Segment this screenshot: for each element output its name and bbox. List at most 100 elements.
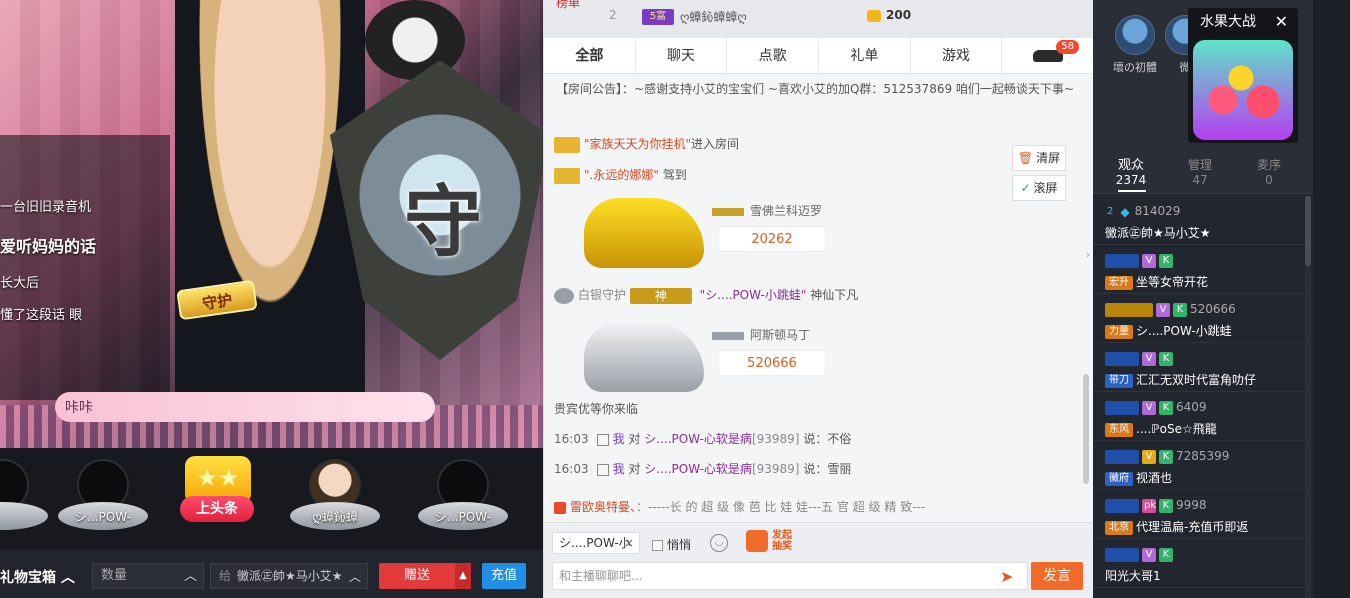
chat-input[interactable]: 和主播聊聊吧... [552, 562, 1028, 590]
user-id: 7285399 [1176, 449, 1230, 463]
close-icon[interactable]: × [624, 533, 634, 553]
car-brand-name: 雪佛兰科迈罗 [750, 204, 823, 218]
tab-games[interactable]: 游戏 [911, 38, 1003, 73]
recharge-button[interactable]: 充值 [482, 563, 526, 589]
wealth-badge [1105, 400, 1139, 415]
audience-tabs: 观众 2374 管理 47 麦序 0 [1093, 150, 1313, 194]
scrollbar-thumb[interactable] [1083, 374, 1089, 484]
car-price: 520666 [718, 350, 826, 376]
chat-input-bar: シ....POW-小 × 悄悄 ◡ 发起抽奖 和主播聊聊吧... ➤ 发言 [544, 522, 1094, 598]
chat-scrollbar[interactable] [1082, 74, 1090, 494]
fruit-game-icon[interactable] [1193, 40, 1293, 140]
list-item[interactable]: VK 阳光大哥1 [1093, 539, 1305, 588]
audience-panel: 壞の初體 微 水果大战 ✕ 观众 2374 管理 47 麦序 0 2 ◆ 81402… [1093, 0, 1313, 598]
close-icon[interactable]: ✕ [1275, 12, 1288, 31]
tab-label: 观众 [1117, 158, 1144, 173]
scroll-label: 滚屏 [1033, 181, 1058, 195]
message-user[interactable]: "家族天天为你挂机" [584, 137, 691, 151]
list-item[interactable]: pk K 9998 北京 代理温扁-充值币即返 [1093, 490, 1305, 539]
k-badge: K [1159, 498, 1173, 513]
lottery-button[interactable]: 发起抽奖 [746, 530, 800, 556]
gift-bar: 礼物宝箱 ︿ 数量 ︿ 给黴派㊣帥★马小艾★ ︿ 赠送 ▲ 充值 [0, 550, 543, 598]
message-user[interactable]: "シ....POW-小跳蛙" [700, 288, 807, 302]
guard-item[interactable]: シ...POW- [418, 456, 508, 546]
vip-badge: V [1142, 547, 1156, 562]
nameplate-text: 咔咔 [65, 400, 93, 416]
guard-row: シ...POW- ★★ 上头条 ღ蟑鈊蟑 シ...POW- [0, 448, 543, 550]
send-message-button[interactable]: 发言 [1031, 562, 1083, 590]
user-id: 9998 [1176, 498, 1207, 512]
gift-treasure-button[interactable]: 礼物宝箱 ︿ [0, 567, 75, 587]
message-text: ：-----长 的 超 级 像 芭 比 娃 娃---五 官 超 级 精 致--- [636, 500, 926, 514]
top-users: 壞の初體 微 水果大战 ✕ [1093, 0, 1313, 150]
message-to: 对 [628, 462, 641, 476]
k-badge: K [1159, 351, 1173, 366]
message-user[interactable]: ".永远的娜娜" [584, 168, 659, 182]
tab-admins[interactable]: 管理 47 [1165, 158, 1235, 188]
list-item[interactable]: 2 ◆ 814029 黴派㊣帥★马小艾★ [1093, 196, 1305, 245]
partial-message: 贵宾优等你来临 [554, 402, 639, 416]
message-text: 说：不俗 [803, 432, 852, 446]
chevrolet-logo-icon [712, 207, 744, 216]
tab-chat[interactable]: 聊天 [636, 38, 728, 73]
audience-scrollbar[interactable] [1305, 196, 1311, 598]
vip-badge: V [1142, 449, 1156, 464]
message-user[interactable]: 雷欧奥特曼、 [570, 500, 636, 514]
headline-button[interactable]: ★★ 上头条 [178, 456, 258, 528]
tab-label: 点歌 [758, 48, 787, 64]
user-badges: VK [1105, 547, 1176, 563]
live-video[interactable]: 一台旧旧录音机 爱听妈妈的话 长大后 懂了这段话 眼 守 守护 咔咔 [0, 0, 543, 448]
headline-label: 上头条 [180, 496, 254, 522]
tab-songs[interactable]: 点歌 [727, 38, 820, 73]
tab-mic-queue[interactable]: 麦序 0 [1234, 158, 1304, 188]
message-target[interactable]: シ....POW-心软是病 [644, 432, 752, 446]
message-target[interactable]: シ....POW-心软是病 [644, 462, 752, 476]
user-name: 汇汇无双时代富角叻仔 [1136, 373, 1257, 387]
coin-icon [867, 10, 881, 22]
guard-tier: 白银守护 [578, 288, 627, 302]
list-item[interactable]: V K 520666 力量 シ....POW-小跳蛙 [1093, 294, 1305, 343]
message-text: 说：雪丽 [803, 462, 852, 476]
send-gift-button[interactable]: 赠送 [379, 563, 455, 589]
chat-message: 16:03 我 对 シ....POW-心软是病[93989] 说：不俗 [554, 430, 851, 447]
auto-scroll-button[interactable]: ✓ 滚屏 [1012, 175, 1066, 201]
message-time: 16:03 [554, 432, 589, 446]
chat-messages: "家族天天为你挂机"进入房间 ".永远的娜娜" 驾到 雪佛兰科迈罗 20262 … [544, 120, 1084, 520]
chat-target: シ....POW-小 [559, 536, 631, 550]
message-icon [596, 433, 609, 446]
quantity-select[interactable]: 数量 ︿ [92, 563, 204, 589]
rank-user[interactable]: ღ蟑鈊蟑蟑ღ [680, 8, 747, 25]
recipient-select[interactable]: 给黴派㊣帥★马小艾★ ︿ [210, 563, 368, 589]
chat-target-chip[interactable]: シ....POW-小 × [552, 532, 640, 554]
guard-item[interactable]: シ...POW- [58, 456, 148, 546]
user-name: 坐等女帝开花 [1136, 275, 1209, 289]
list-item[interactable]: VK 带刀 汇汇无双时代富角叻仔 [1093, 343, 1305, 392]
caret-up-icon[interactable]: ▲ [455, 563, 471, 589]
fruit-game-popup[interactable]: 水果大战 ✕ [1188, 8, 1298, 143]
emoji-icon[interactable]: ◡ [710, 534, 728, 552]
aston-martin-logo-icon [712, 331, 744, 340]
guard-item[interactable] [0, 456, 48, 546]
whisper-checkbox[interactable]: 悄悄 [652, 536, 691, 553]
tab-cars[interactable]: 58 [1002, 38, 1095, 73]
tab-gifts[interactable]: 礼单 [819, 38, 911, 73]
clear-screen-button[interactable]: 🗑 清屏 [1012, 145, 1066, 171]
list-item[interactable]: V K 6409 东风 ....ℙoSe☆飛龍 [1093, 392, 1305, 441]
scrollbar-thumb[interactable] [1305, 196, 1311, 266]
message-action: 驾到 [662, 168, 687, 182]
tab-label: 聊天 [667, 48, 695, 64]
tab-all[interactable]: 全部 [544, 38, 636, 73]
whisper-label: 悄悄 [667, 538, 692, 552]
send-arrow-icon[interactable]: ➤ [1000, 567, 1020, 586]
chevron-up-icon: ︿ [348, 570, 361, 584]
active-underline [1118, 190, 1146, 192]
user-row: 东风 ....ℙoSe☆飛龍 [1105, 420, 1217, 437]
tab-audience[interactable]: 观众 2374 [1096, 158, 1166, 192]
vip-badge: V [1142, 400, 1156, 415]
user-row: 带刀 汇汇无双时代富角叻仔 [1105, 371, 1256, 388]
list-item[interactable]: VK 宏升 坐等女帝开花 [1093, 245, 1305, 294]
user-badges: 2 ◆ 814029 [1105, 204, 1180, 220]
list-item[interactable]: V K 7285399 黴府 视酒也 [1093, 441, 1305, 490]
trash-icon: 🗑 [1017, 151, 1034, 165]
guard-item[interactable]: ღ蟑鈊蟑 [290, 456, 380, 546]
